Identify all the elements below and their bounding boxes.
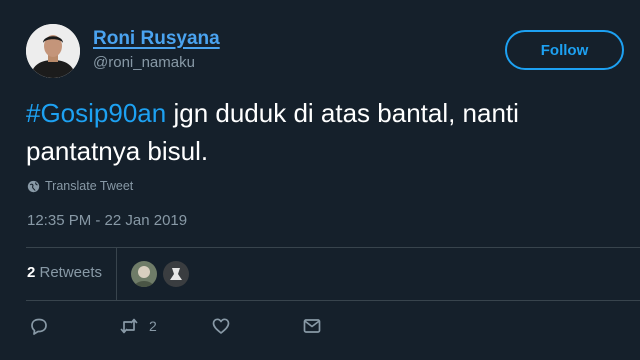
retweet-action-count: 2	[149, 318, 157, 334]
direct-message-button[interactable]	[302, 316, 322, 336]
retweet-button[interactable]: 2	[119, 316, 157, 336]
retweeter-avatar[interactable]	[163, 261, 189, 287]
retweet-stats[interactable]: 2 Retweets	[27, 264, 102, 281]
reply-icon	[31, 318, 47, 335]
message-icon	[303, 319, 321, 333]
divider-vertical	[116, 247, 117, 300]
globe-icon	[27, 180, 40, 192]
tweet-text: #Gosip90an jgn duduk di atas bantal, nan…	[26, 94, 626, 170]
follow-button[interactable]: Follow	[505, 30, 624, 70]
user-handle: @roni_namaku	[93, 54, 195, 71]
translate-tweet-link[interactable]: Translate Tweet	[27, 179, 133, 193]
user-avatar[interactable]	[26, 24, 80, 78]
reply-button[interactable]	[29, 316, 49, 336]
tweet-timestamp[interactable]: 12:35 PM - 22 Jan 2019	[27, 212, 187, 229]
divider-top	[26, 247, 640, 248]
hashtag-link[interactable]: #Gosip90an	[26, 98, 166, 128]
user-display-name[interactable]: Roni Rusyana	[93, 28, 220, 50]
retweeter-avatar[interactable]	[131, 261, 157, 287]
divider-bottom	[26, 300, 640, 301]
retweet-icon	[120, 318, 138, 334]
tweet-card: Roni Rusyana @roni_namaku Follow #Gosip9…	[0, 0, 640, 360]
like-button[interactable]	[211, 316, 231, 336]
like-icon	[212, 318, 230, 334]
translate-label: Translate Tweet	[45, 179, 134, 193]
retweet-stat-label: Retweets	[35, 264, 103, 281]
